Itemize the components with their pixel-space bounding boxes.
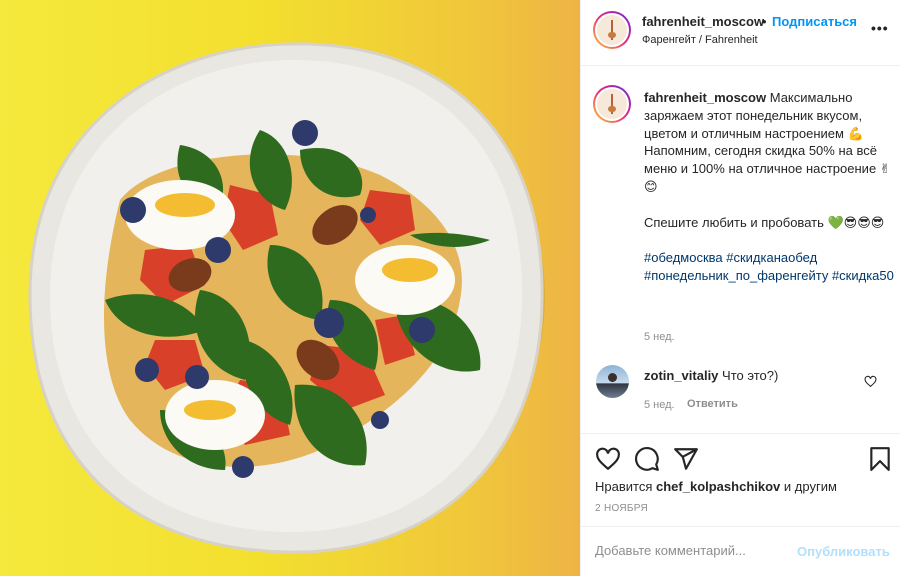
likes-summary: Нравится chef_kolpashchikov и другим [595,479,837,494]
profile-avatar[interactable] [593,11,631,49]
caption-avatar[interactable] [593,85,631,123]
likes-prefix: Нравится [595,479,653,494]
comment-text: Что это?) [722,368,779,383]
location-link[interactable]: Фаренгейт / Fahrenheit [642,34,758,46]
comment-bubble-icon[interactable] [634,446,660,472]
commenter-avatar[interactable] [596,365,629,398]
follow-separator: • [762,14,767,29]
caption-time: 5 нед. [644,331,675,343]
likes-suffix[interactable]: и другим [784,479,837,494]
comment-time: 5 нед. [644,399,675,411]
like-heart-icon[interactable] [595,446,621,472]
post-caption: fahrenheit_moscow Максимально заряжаем э… [644,89,894,285]
post-date: 2 НОЯБРЯ [595,503,648,514]
more-options-icon[interactable]: ••• [871,20,889,36]
comment-like-heart-icon[interactable] [864,375,877,388]
likes-user-link[interactable]: chef_kolpashchikov [656,479,780,494]
restaurant-logo [597,89,627,119]
follow-button[interactable]: Подписаться [772,14,857,29]
reply-button[interactable]: Ответить [687,398,738,410]
comment: zotin_vitaliy Что это?) [644,368,778,383]
caption-username-link[interactable]: fahrenheit_moscow [644,90,766,105]
comment-input[interactable] [595,543,785,558]
caption-text-2: Спешите любить и пробовать 💚😎😎😎 [644,214,885,230]
post-side-panel: fahrenheit_moscow • Подписаться Фаренгей… [580,0,900,576]
post-actions: Нравится chef_kolpashchikov и другим 2 Н… [581,433,900,525]
post-header: fahrenheit_moscow • Подписаться Фаренгей… [581,0,900,66]
post-photo[interactable] [0,0,580,576]
caption-hashtags[interactable]: #обедмосква #скидканаобед #понедельник_п… [644,249,894,285]
caption-text: Максимально заряжаем этот понедельник вк… [644,90,891,194]
restaurant-logo [597,15,627,45]
save-bookmark-icon[interactable] [867,446,893,472]
share-send-icon[interactable] [673,446,699,472]
publish-button[interactable]: Опубликовать [797,544,890,559]
salad-plate-image [28,42,545,554]
header-username-link[interactable]: fahrenheit_moscow [642,14,764,29]
comment-username-link[interactable]: zotin_vitaliy [644,368,718,383]
add-comment-bar: Опубликовать [581,526,900,576]
